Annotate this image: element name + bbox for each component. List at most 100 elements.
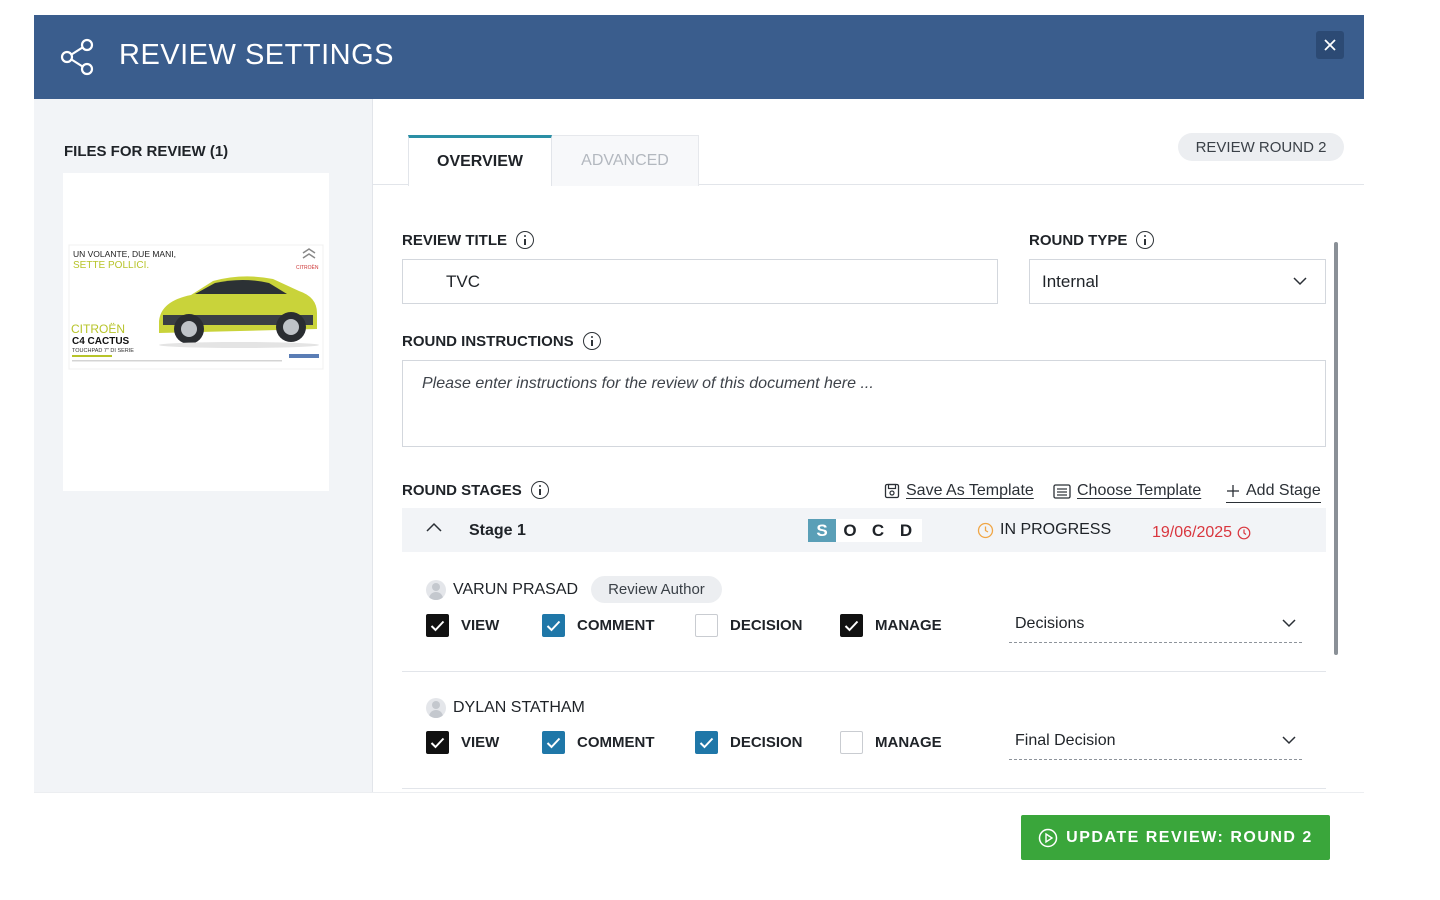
tab-advanced[interactable]: ADVANCED [552,135,699,186]
info-icon[interactable] [1136,231,1155,249]
stage-due-date[interactable]: 19/06/2025 [1152,524,1251,542]
update-review-label: UPDATE REVIEW: ROUND 2 [1066,828,1313,846]
chevron-down-icon [1293,277,1307,286]
view-label: VIEW [461,617,500,634]
save-icon [884,483,900,499]
stage-status-label: IN PROGRESS [1000,521,1112,538]
ad-brand: CITROËN [71,322,125,336]
ad-tagline: TOUCHPAD 7" DI SERIE [72,348,134,354]
comment-checkbox[interactable] [542,731,565,754]
review-title-value: TVC [446,271,480,291]
decision-type-select[interactable]: Decisions [1009,605,1302,643]
add-stage-button[interactable]: Add Stage [1226,479,1321,503]
view-checkbox[interactable] [426,731,449,754]
comment-label: COMMENT [577,734,655,751]
checkmark-icon [844,620,859,631]
save-as-template-label: Save As Template [906,482,1034,499]
instructions-label-row: ROUND INSTRUCTIONS [402,332,601,350]
clock-icon [1237,526,1251,540]
chevron-down-icon [1282,619,1296,628]
clock-icon [977,522,994,538]
round-instructions-label: ROUND INSTRUCTIONS [402,332,574,350]
checkmark-icon [699,737,714,748]
permission-manage[interactable]: MANAGE [840,731,942,754]
decision-type-value: Decisions [1015,614,1085,632]
share-icon [60,38,94,76]
avatar [426,579,446,600]
citroen-ad-image: UN VOLANTE, DUE MANI, SETTE POLLICI. CIT… [63,173,329,491]
info-icon[interactable] [582,332,601,350]
manage-label: MANAGE [875,734,942,751]
plus-icon [1227,484,1239,497]
round-stages-label: ROUND STAGES [402,481,522,499]
ad-headline-2: SETTE POLLICI. [73,260,149,271]
choose-template-button[interactable]: Choose Template [1053,479,1201,503]
checkmark-icon [546,737,561,748]
permission-decision[interactable]: DECISION [695,614,803,637]
chevron-down-icon [1282,736,1296,745]
round-instructions-input[interactable]: Please enter instructions for the review… [402,360,1326,447]
permission-manage[interactable]: MANAGE [840,614,942,637]
file-thumbnail[interactable]: UN VOLANTE, DUE MANI, SETTE POLLICI. CIT… [63,173,329,491]
round-type-select[interactable]: Internal [1029,259,1326,304]
review-title-label: REVIEW TITLE [402,231,507,249]
decision-checkbox[interactable] [695,731,718,754]
ad-model: C4 CACTUS [72,336,130,347]
decision-label: DECISION [730,617,803,634]
footer-divider [34,792,1364,793]
manage-checkbox[interactable] [840,614,863,637]
stage-member-row: DYLAN STATHAM VIEW COMMENT DECISION MANA… [402,672,1326,789]
stage-due-date-value: 19/06/2025 [1152,524,1233,541]
comment-checkbox[interactable] [542,614,565,637]
review-title-input[interactable]: TVC [402,259,998,304]
socd-d: D [899,520,913,540]
close-button[interactable] [1316,31,1344,59]
stage-header[interactable]: Stage 1 S O C D IN PROGRESS 19/06/2025 [402,508,1326,552]
stage-name: Stage 1 [469,522,526,539]
member-name: VARUN PRASAD [453,580,579,598]
scrollbar[interactable] [1334,242,1338,655]
member-identity: VARUN PRASAD Review Author [426,576,722,603]
tabs-bar: OVERVIEW ADVANCED REVIEW ROUND 2 [373,99,1364,186]
permission-decision[interactable]: DECISION [695,731,803,754]
view-label: VIEW [461,734,500,751]
decision-checkbox[interactable] [695,614,718,637]
permission-view[interactable]: VIEW [426,614,499,637]
ad-headline-1: UN VOLANTE, DUE MANI, [73,249,176,259]
checkmark-icon [430,737,445,748]
chevron-up-icon[interactable] [426,522,442,532]
tab-overview[interactable]: OVERVIEW [408,135,552,186]
avatar [426,698,446,718]
socd-o: O [843,520,857,540]
stage-member-row: VARUN PRASAD Review Author VIEW COMMENT … [402,552,1326,672]
modal-header: REVIEW SETTINGS [34,15,1364,99]
review-round-badge: REVIEW ROUND 2 [1178,133,1344,161]
socd-c: C [871,520,885,540]
info-icon[interactable] [530,481,549,499]
update-review-button[interactable]: UPDATE REVIEW: ROUND 2 [1021,815,1330,860]
add-stage-label: Add Stage [1246,481,1321,499]
socd-s: S [808,519,836,542]
checkmark-icon [430,620,445,631]
decision-type-select[interactable]: Final Decision [1009,722,1302,760]
ad-logo-text: CITROËN [296,264,319,271]
decision-type-value: Final Decision [1015,731,1116,749]
manage-checkbox[interactable] [840,731,863,754]
permission-view[interactable]: VIEW [426,731,499,754]
decision-label: DECISION [730,734,803,751]
modal-title: REVIEW SETTINGS [119,39,394,71]
stage-status: IN PROGRESS [977,521,1111,539]
permission-comment[interactable]: COMMENT [542,614,655,637]
files-for-review-label: FILES FOR REVIEW (1) [64,143,229,160]
comment-label: COMMENT [577,617,655,634]
view-checkbox[interactable] [426,614,449,637]
info-icon[interactable] [516,231,534,249]
permission-comment[interactable]: COMMENT [542,731,655,754]
round-stages-label-row: ROUND STAGES [402,481,549,499]
review-settings-modal: REVIEW SETTINGS FILES FOR REVIEW (1) UN … [34,15,1364,792]
choose-template-label: Choose Template [1077,482,1202,499]
save-as-template-button[interactable]: Save As Template [884,479,1034,503]
round-type-label: ROUND TYPE [1029,231,1128,249]
round-type-value: Internal [1042,271,1099,291]
list-icon [1053,483,1071,499]
